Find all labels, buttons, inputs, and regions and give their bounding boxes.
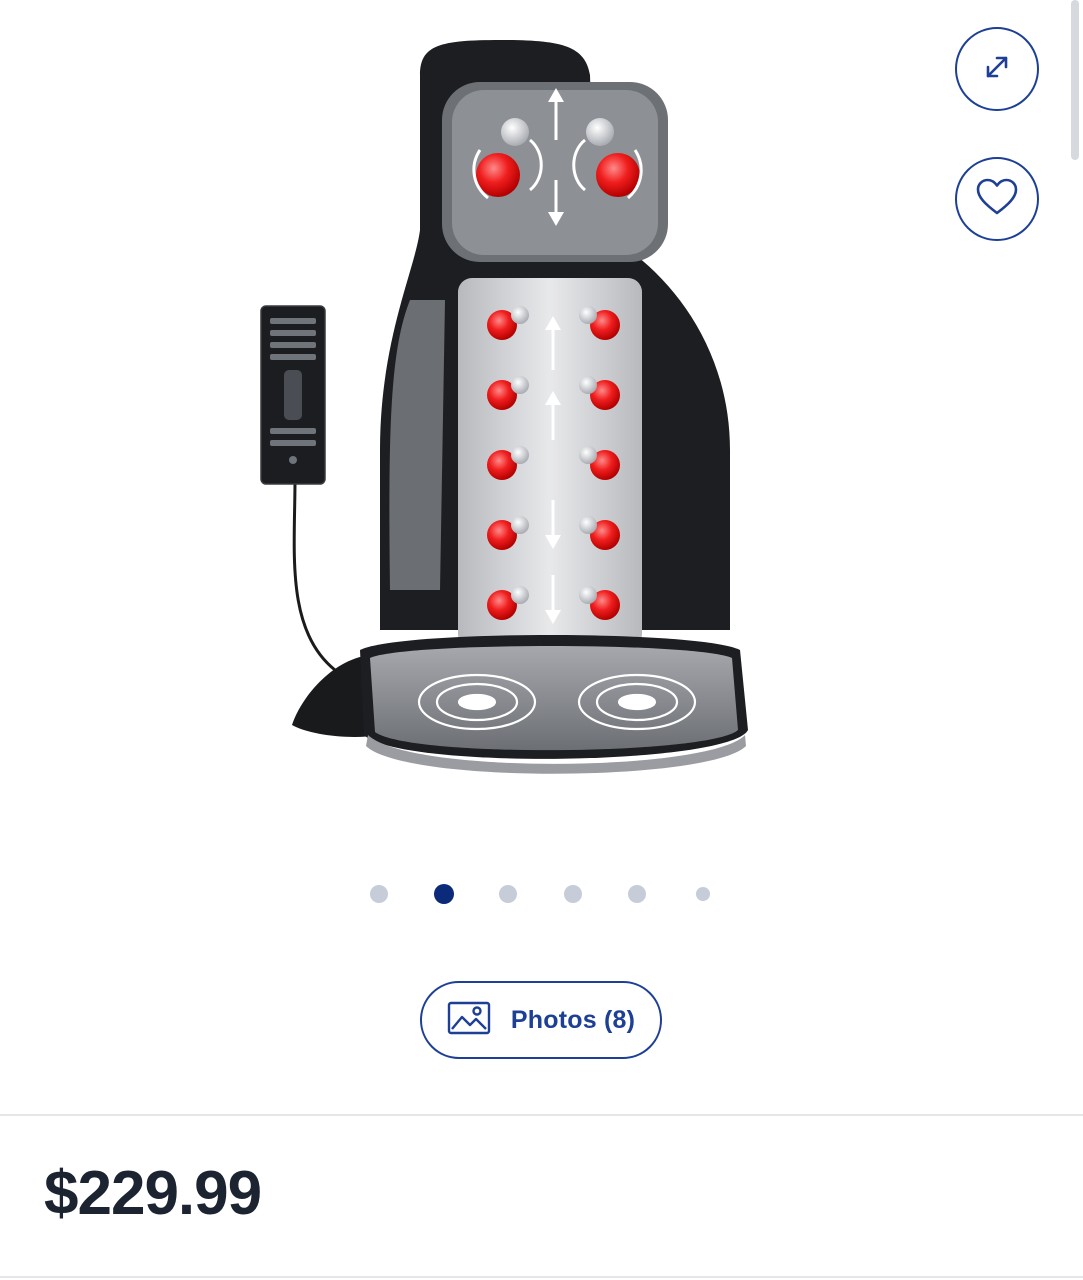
photos-button[interactable]: Photos (8) xyxy=(420,981,662,1059)
carousel-dot[interactable] xyxy=(499,885,517,903)
carousel-dot[interactable] xyxy=(696,887,710,901)
image-icon xyxy=(447,1001,491,1040)
expand-image-button[interactable] xyxy=(955,27,1039,111)
carousel-dot[interactable] xyxy=(564,885,582,903)
section-divider-bottom xyxy=(0,1276,1083,1278)
favorite-button[interactable] xyxy=(955,157,1039,241)
product-price: $229.99 xyxy=(44,1159,262,1228)
product-image[interactable] xyxy=(240,30,760,790)
heart-icon xyxy=(975,177,1019,222)
carousel-dot[interactable] xyxy=(370,885,388,903)
carousel-dot-active[interactable] xyxy=(434,884,454,904)
carousel-dot[interactable] xyxy=(628,885,646,903)
expand-arrows-icon xyxy=(982,52,1012,87)
section-divider xyxy=(0,1114,1083,1116)
page-scrollbar[interactable] xyxy=(1071,0,1079,160)
photos-button-label: Photos (8) xyxy=(510,1005,636,1034)
